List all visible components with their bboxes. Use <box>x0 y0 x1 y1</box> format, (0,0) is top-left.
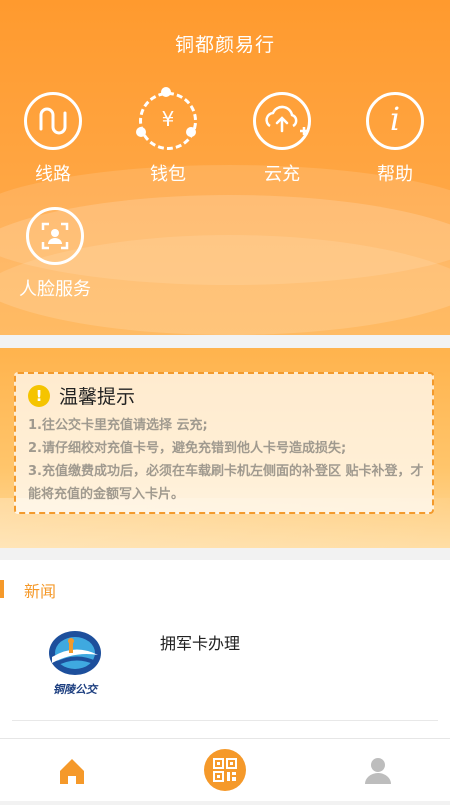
info-icon: i <box>366 92 424 150</box>
wallet-icon: ¥ <box>136 87 197 150</box>
route-icon <box>24 92 82 150</box>
menu-item-cloud-recharge[interactable]: 云充 <box>237 92 327 186</box>
header: 铜都颜易行 线路 ¥ 钱包 云充 i 帮助 人脸服务 <box>0 0 450 335</box>
menu-label: 云充 <box>264 164 300 185</box>
notice-line: 1.往公交卡里充值请选择 云充; <box>28 418 208 433</box>
menu-label: 帮助 <box>377 164 413 185</box>
tab-profile[interactable] <box>356 739 400 801</box>
notice-line: 2.请仔细校对充值卡号，避免充错到他人卡号造成损失; <box>28 441 347 456</box>
menu-item-help[interactable]: i 帮助 <box>350 92 440 186</box>
tongling-bus-logo: 铜陵公交 <box>44 625 106 707</box>
menu-label: 线路 <box>35 164 71 185</box>
user-icon <box>365 758 391 784</box>
divider <box>12 720 438 721</box>
notice-card: ! 温馨提示 1.往公交卡里充值请选择 云充; 2.请仔细校对充值卡号，避免充错… <box>14 372 434 514</box>
menu-item-wallet[interactable]: ¥ 钱包 <box>123 87 213 186</box>
tab-qr-code[interactable] <box>201 739 249 801</box>
tab-bar <box>0 738 450 801</box>
qr-code-icon <box>204 749 246 791</box>
news-heading: 新闻 <box>24 582 57 601</box>
app-title: 铜都颜易行 <box>174 34 275 56</box>
menu-item-route[interactable]: 线路 <box>8 92 98 186</box>
menu-label: 人脸服务 <box>19 279 91 300</box>
menu-item-face-service[interactable]: 人脸服务 <box>10 207 100 301</box>
home-icon <box>60 759 84 784</box>
notice-line: 3.充值缴费成功后，必须在车载刷卡机左侧面的补登区 贴卡补登，才能将充值的金额写… <box>28 464 424 502</box>
menu-label: 钱包 <box>150 164 186 185</box>
face-id-icon <box>26 207 84 265</box>
tab-home[interactable] <box>50 739 94 801</box>
news-accent-bar <box>0 580 4 598</box>
warning-icon: ! <box>28 384 50 407</box>
cloud-upload-icon <box>253 92 311 150</box>
news-item-title: 拥军卡办理 <box>160 634 241 653</box>
notice-title: 温馨提示 <box>59 386 136 408</box>
news-section: 新闻 铜陵公交 拥军卡办理 <box>0 560 450 738</box>
